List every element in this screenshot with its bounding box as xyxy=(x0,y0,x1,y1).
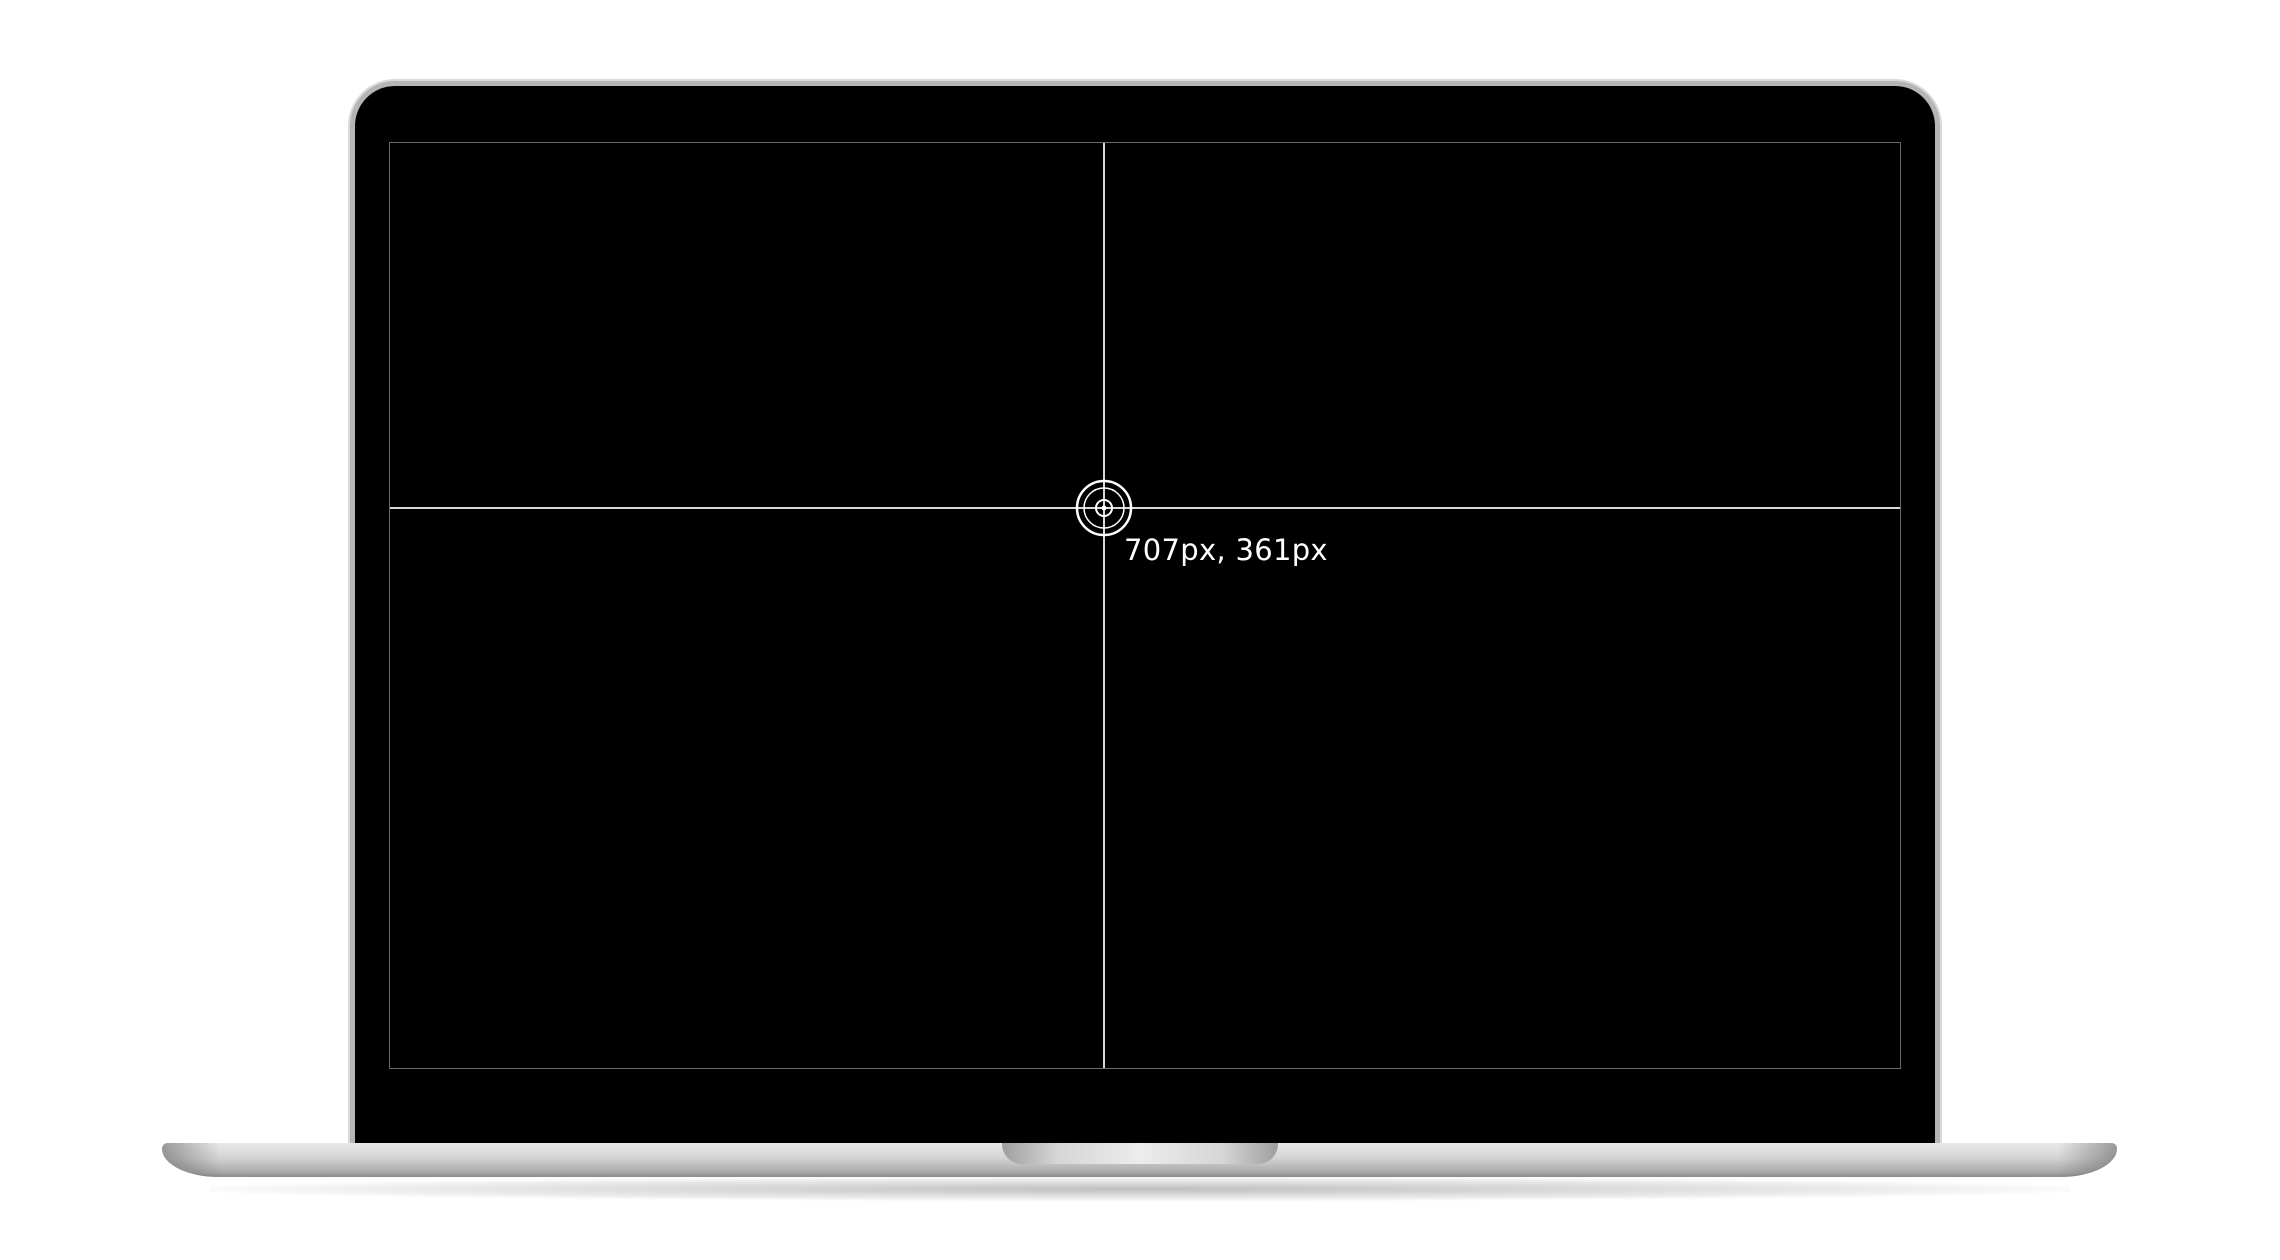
crosshair-target-icon xyxy=(1075,479,1133,537)
laptop-shadow xyxy=(210,1177,2070,1201)
laptop-opening-notch xyxy=(1002,1143,1278,1164)
crosshair-vertical-line xyxy=(1103,143,1105,1068)
laptop-screen[interactable]: 707px, 361px xyxy=(389,142,1901,1069)
crosshair-horizontal-line xyxy=(390,507,1900,509)
cursor-coordinates-label: 707px, 361px xyxy=(1124,533,1328,567)
laptop-base xyxy=(162,1143,2117,1177)
stage: 707px, 361px xyxy=(0,0,2280,1260)
